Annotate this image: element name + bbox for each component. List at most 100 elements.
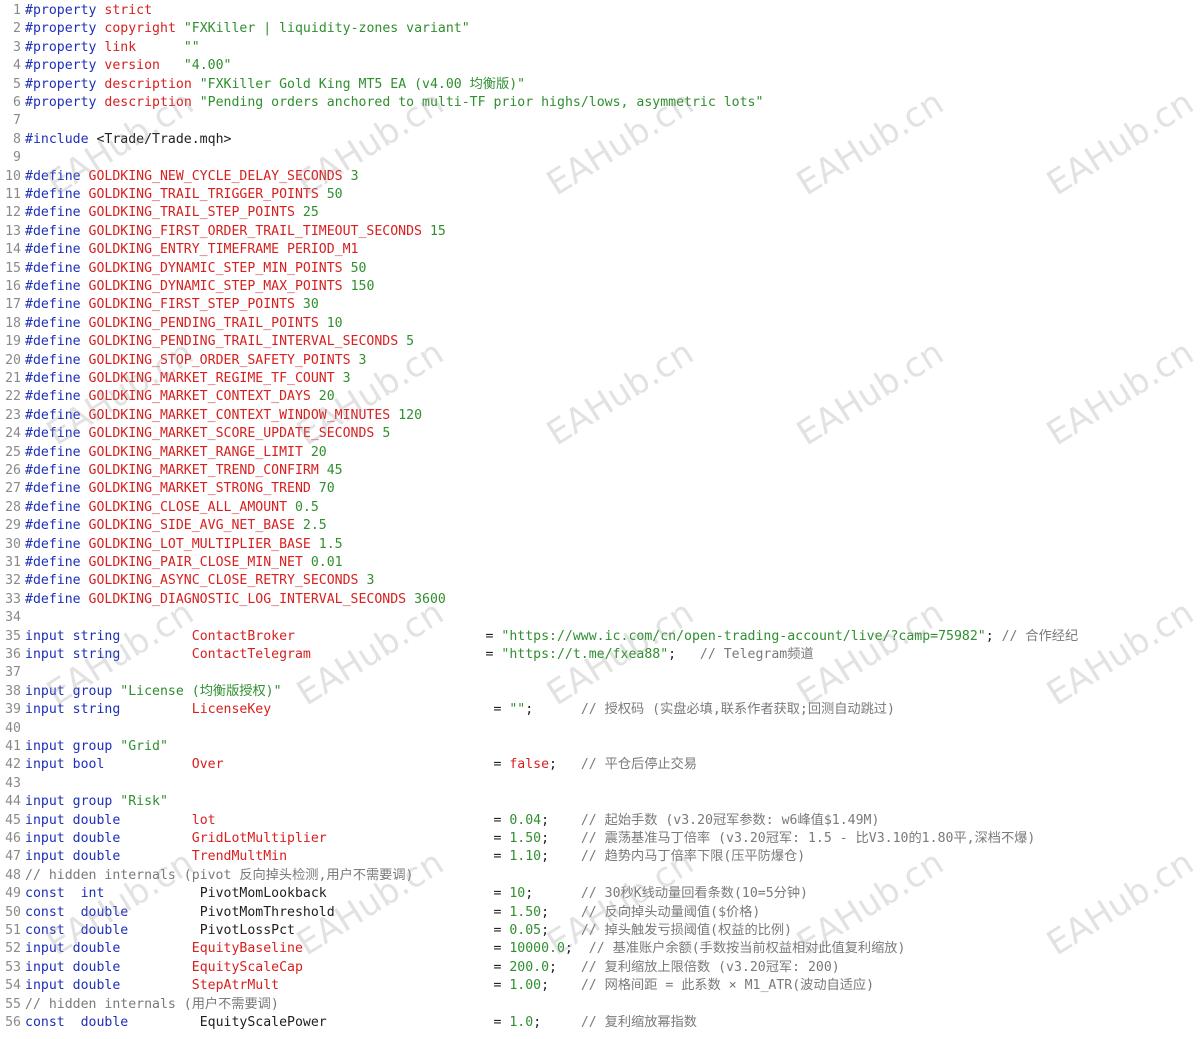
- code-line[interactable]: 31 #define GOLDKING_PAIR_CLOSE_MIN_NET 0.…: [0, 554, 1200, 572]
- code-line[interactable]: 28 #define GOLDKING_CLOSE_ALL_AMOUNT 0.5: [0, 499, 1200, 517]
- code-line[interactable]: 33 #define GOLDKING_DIAGNOSTIC_LOG_INTERV…: [0, 591, 1200, 609]
- code-line[interactable]: 22 #define GOLDKING_MARKET_CONTEXT_DAYS 2…: [0, 388, 1200, 406]
- code-line[interactable]: 30 #define GOLDKING_LOT_MULTIPLIER_BASE 1…: [0, 536, 1200, 554]
- code-token: GOLDKING_MARKET_CONTEXT_WINDOW_MINUTES: [88, 407, 391, 423]
- code-line[interactable]: 27 #define GOLDKING_MARKET_STRONG_TREND 7…: [0, 480, 1200, 498]
- line-number: 24: [5, 426, 21, 442]
- code-token: #property: [25, 76, 97, 92]
- code-line[interactable]: 39 input string LicenseKey = ""; // 授权码 (…: [0, 701, 1200, 719]
- code-token: #define: [25, 426, 81, 442]
- code-line[interactable]: 15 #define GOLDKING_DYNAMIC_STEP_MIN_POIN…: [0, 260, 1200, 278]
- code-token: ;: [541, 904, 581, 920]
- code-line[interactable]: 51 const double PivotLossPct = 0.05; // 掉…: [0, 922, 1200, 940]
- code-line[interactable]: 35 input string ContactBroker = "https://…: [0, 628, 1200, 646]
- code-editor[interactable]: 1 #property strict 2 #property copyright "F…: [0, 0, 1200, 1039]
- code-token: input string: [25, 647, 121, 662]
- code-line[interactable]: 10 #define GOLDKING_NEW_CYCLE_DELAY_SECON…: [0, 168, 1200, 186]
- code-token: #define: [25, 573, 81, 589]
- code-line[interactable]: 47 input double TrendMultMin = 1.10; // 趋…: [0, 848, 1200, 866]
- code-token: const int: [25, 886, 105, 902]
- code-line[interactable]: 17 #define GOLDKING_FIRST_STEP_POINTS 30: [0, 296, 1200, 314]
- code-line[interactable]: 52 input double EquityBaseline = 10000.0;…: [0, 940, 1200, 958]
- code-line[interactable]: 54 input double StepAtrMult = 1.00; // 网格…: [0, 977, 1200, 995]
- code-line[interactable]: 42 input bool Over = false; // 平仓后停止交易: [0, 756, 1200, 774]
- code-line[interactable]: 38 input group "License (均衡版授权)": [0, 683, 1200, 701]
- code-token: PivotMomThreshold: [199, 904, 335, 920]
- code-token: GOLDKING_PAIR_CLOSE_MIN_NET: [88, 555, 303, 570]
- code-line[interactable]: 16 #define GOLDKING_DYNAMIC_STEP_MAX_POIN…: [0, 278, 1200, 296]
- code-line[interactable]: 26 #define GOLDKING_MARKET_TREND_CONFIRM …: [0, 462, 1200, 480]
- line-code: #property link "": [25, 39, 200, 57]
- code-token: // 趋势内马丁倍率下限(压平防爆仓): [580, 849, 806, 865]
- code-token: #define: [25, 260, 81, 276]
- code-line[interactable]: 43: [0, 775, 1200, 793]
- line-number: 34: [5, 610, 21, 626]
- line-code: #define GOLDKING_ENTRY_TIMEFRAME PERIOD_…: [25, 241, 358, 259]
- line-number: 25: [5, 444, 21, 460]
- code-line[interactable]: 3 #property link "": [0, 39, 1200, 57]
- code-line[interactable]: 53 input double EquityScaleCap = 200.0; /…: [0, 959, 1200, 977]
- code-line[interactable]: 13 #define GOLDKING_FIRST_ORDER_TRAIL_TIM…: [0, 223, 1200, 241]
- code-line[interactable]: 14 #define GOLDKING_ENTRY_TIMEFRAME PERIO…: [0, 241, 1200, 259]
- code-line[interactable]: 34: [0, 609, 1200, 627]
- code-line[interactable]: 56 const double EquityScalePower = 1.0; /…: [0, 1014, 1200, 1032]
- code-line[interactable]: 1 #property strict: [0, 2, 1200, 20]
- code-line[interactable]: 18 #define GOLDKING_PENDING_TRAIL_POINTS …: [0, 315, 1200, 333]
- code-line[interactable]: 19 #define GOLDKING_PENDING_TRAIL_INTERVA…: [0, 333, 1200, 351]
- code-line[interactable]: 12 #define GOLDKING_TRAIL_STEP_POINTS 25: [0, 204, 1200, 222]
- code-line[interactable]: 24 #define GOLDKING_MARKET_SCORE_UPDATE_S…: [0, 425, 1200, 443]
- code-token: input group: [25, 794, 113, 810]
- line-number: 22: [5, 389, 21, 405]
- line-number: 14: [5, 242, 21, 258]
- code-token: #define: [25, 223, 81, 239]
- code-line[interactable]: 40: [0, 720, 1200, 738]
- code-line[interactable]: 37: [0, 664, 1200, 682]
- code-token: GOLDKING_NEW_CYCLE_DELAY_SECONDS: [88, 168, 343, 184]
- code-line[interactable]: 5 #property description "FXKiller Gold Ki…: [0, 76, 1200, 94]
- code-line[interactable]: 25 #define GOLDKING_MARKET_RANGE_LIMIT 20: [0, 444, 1200, 462]
- code-line[interactable]: 9: [0, 149, 1200, 167]
- code-line[interactable]: 6 #property description "Pending orders a…: [0, 94, 1200, 112]
- line-number: 23: [5, 407, 21, 423]
- code-line[interactable]: 49 const int PivotMomLookback = 10; // 30…: [0, 885, 1200, 903]
- code-token: 0.04: [509, 812, 542, 828]
- code-line[interactable]: 20 #define GOLDKING_STOP_ORDER_SAFETY_POI…: [0, 352, 1200, 370]
- line-number: 41: [5, 739, 21, 754]
- code-line[interactable]: 48// hidden internals (pivot 反向掉头检测,用户不需…: [0, 867, 1200, 885]
- code-token: // hidden internals (用户不需要调): [25, 996, 279, 1012]
- code-token: 3: [350, 168, 359, 184]
- code-token: 1.50: [509, 831, 542, 846]
- line-number: 40: [5, 720, 21, 736]
- code-token: =: [334, 904, 510, 920]
- code-line[interactable]: 55// hidden internals (用户不需要调): [0, 996, 1200, 1014]
- code-line[interactable]: 36 input string ContactTelegram = "https:…: [0, 646, 1200, 664]
- code-line[interactable]: 2 #property copyright "FXKiller | liquidi…: [0, 20, 1200, 38]
- line-number: 29: [5, 518, 21, 534]
- code-line[interactable]: 7: [0, 112, 1200, 130]
- code-line[interactable]: 23 #define GOLDKING_MARKET_CONTEXT_WINDOW…: [0, 407, 1200, 425]
- code-line[interactable]: 4 #property version "4.00": [0, 57, 1200, 75]
- code-line[interactable]: 21 #define GOLDKING_MARKET_REGIME_TF_COUN…: [0, 370, 1200, 388]
- code-line[interactable]: 11 #define GOLDKING_TRAIL_TRIGGER_POINTS …: [0, 186, 1200, 204]
- code-line[interactable]: 41 input group "Grid": [0, 738, 1200, 756]
- code-line[interactable]: 50 const double PivotMomThreshold = 1.50;…: [0, 904, 1200, 922]
- code-line[interactable]: 46 input double GridLotMultiplier = 1.50;…: [0, 830, 1200, 848]
- code-token: ContactTelegram: [191, 647, 311, 662]
- line-number: 53: [5, 959, 21, 975]
- code-token: GOLDKING_PENDING_TRAIL_POINTS: [88, 315, 319, 331]
- code-line[interactable]: 45 input double lot = 0.04; // 起始手数 (v3.2…: [0, 812, 1200, 830]
- code-line[interactable]: 32 #define GOLDKING_ASYNC_CLOSE_RETRY_SEC…: [0, 572, 1200, 590]
- code-line[interactable]: 29 #define GOLDKING_SIDE_AVG_NET_BASE 2.5: [0, 517, 1200, 535]
- code-line[interactable]: 8 #include <Trade/Trade.mqh>: [0, 131, 1200, 149]
- code-line[interactable]: 44 input group "Risk": [0, 793, 1200, 811]
